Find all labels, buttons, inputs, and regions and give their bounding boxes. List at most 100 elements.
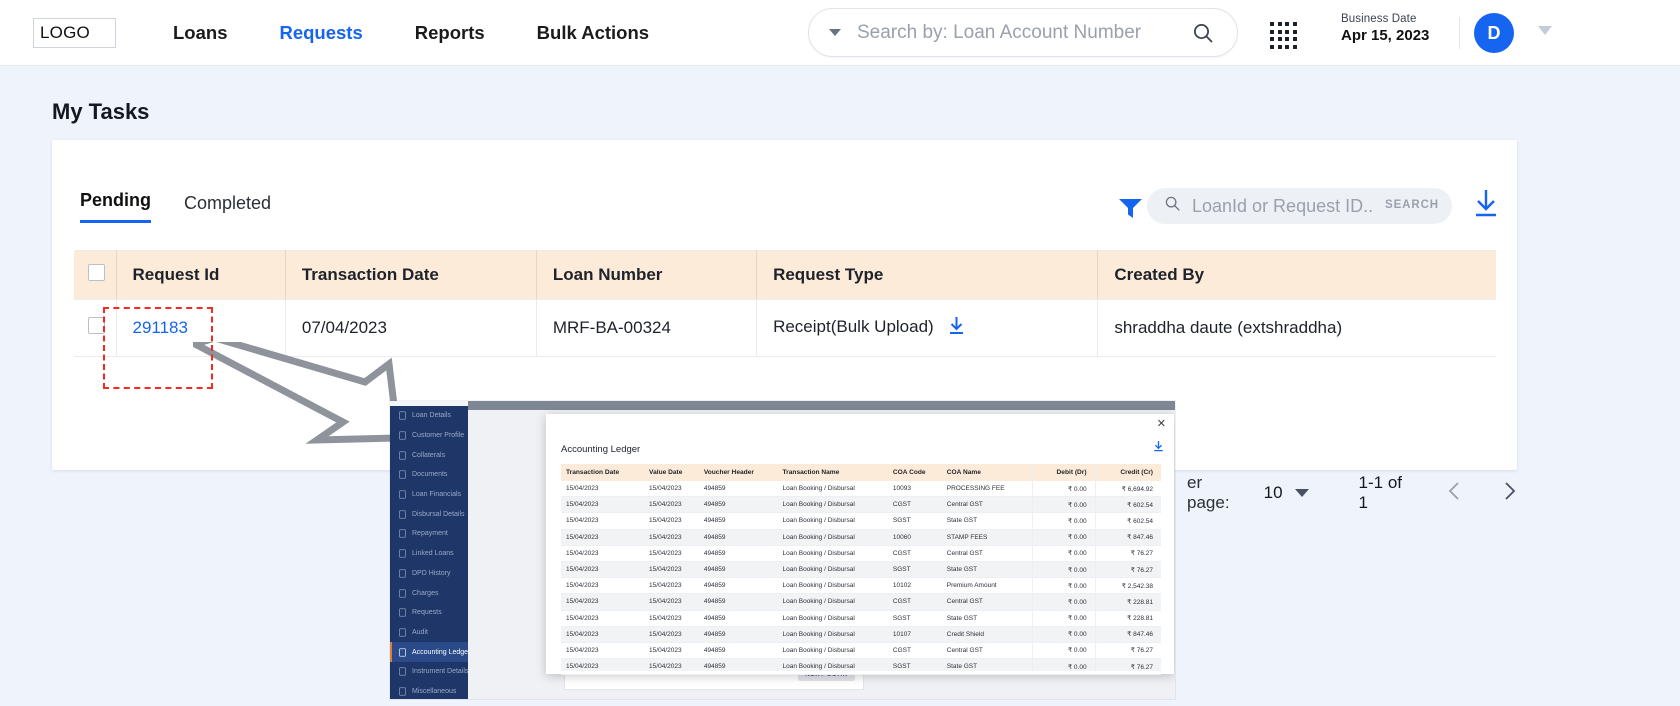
ledger-cell-voucher-header: 494859 (698, 561, 778, 579)
misc-icon (399, 687, 406, 696)
ledger-col-value-date: Value Date (644, 464, 699, 481)
inner-sidebar-item-customer-profile[interactable]: Customer Profile (390, 426, 468, 446)
ledger-header-row: Transaction Date Value Date Voucher Head… (561, 464, 1161, 481)
inner-sidebar-item-requests[interactable]: Requests (390, 603, 468, 623)
inner-sidebar-item-miscellaneous[interactable]: Miscellaneous (390, 682, 468, 699)
inner-sidebar-item-loan-financials[interactable]: Loan Financials (390, 485, 468, 505)
inner-sidebar-item-documents[interactable]: Documents (390, 465, 468, 485)
ledger-cell-transaction-name: Loan Booking / Disbursal (777, 545, 888, 562)
tab-completed[interactable]: Completed (184, 193, 271, 223)
ledger-cell-value-date: 15/04/2023 (644, 512, 699, 530)
ledger-cell-voucher-header: 494859 (698, 481, 778, 498)
inner-sidebar-item-linked-loans[interactable]: Linked Loans (390, 544, 468, 564)
tab-pending[interactable]: Pending (80, 190, 151, 223)
inner-sidebar: Loan Details Customer Profile Collaterals D… (390, 406, 470, 699)
global-search-bar[interactable]: Search by: Loan Account Number (808, 8, 1238, 57)
ledger-col-coa-code: COA Code (887, 464, 942, 481)
modal-title: Accounting Ledger (561, 444, 641, 455)
inner-sidebar-item-repayment[interactable]: Repayment (390, 524, 468, 544)
inner-sidebar-item-collaterals[interactable]: Collaterals (390, 445, 468, 465)
ledger-cell-voucher-header: 494859 (698, 545, 778, 562)
close-icon[interactable]: ✕ (1157, 419, 1166, 430)
inner-screenshot-overlay: NEXT LOAN SFDC Instrument ACTIONS ✕ (390, 401, 1175, 699)
inner-sidebar-item-charges[interactable]: Charges (390, 583, 468, 603)
search-scope-chevron-down-icon[interactable] (829, 29, 841, 36)
column-header-request-id[interactable]: Request Id (116, 250, 286, 300)
grid-search-button[interactable]: SEARCH (1385, 199, 1439, 211)
apps-grid-icon[interactable] (1270, 22, 1297, 49)
ledger-row: 15/04/2023 15/04/2023 494859 Loan Booking /… (561, 642, 1161, 660)
ledger-cell-debit: ₹ 0.00 (1031, 481, 1096, 498)
column-header-transaction-date[interactable]: Transaction Date (285, 250, 537, 300)
ledger-cell-coa-code: SGST (887, 512, 942, 530)
pagination-range: 1-1 of 1 (1358, 473, 1403, 512)
ledger-cell-debit: ₹ 0.00 (1031, 610, 1096, 627)
inner-sidebar-item-label: Collaterals (412, 451, 446, 459)
ledger-cell-coa-name: Premium Amount (941, 577, 1033, 595)
ledger-icon (399, 647, 406, 657)
bookmark-icon (399, 588, 406, 598)
column-header-loan-number[interactable]: Loan Number (536, 250, 758, 300)
inner-sidebar-item-accounting-ledger[interactable]: Accounting Ledger (390, 642, 470, 662)
cell-request-id: 291183 (116, 299, 286, 357)
ledger-cell-coa-name: PROCESSING FEE (941, 481, 1033, 498)
ledger-cell-transaction-date: 15/04/2023 (561, 512, 645, 530)
business-date-value: Apr 15, 2023 (1341, 27, 1430, 44)
inner-sidebar-item-label: Documents (412, 471, 448, 479)
ledger-cell-transaction-date: 15/04/2023 (561, 561, 645, 579)
ledger-cell-value-date: 15/04/2023 (644, 642, 699, 660)
ledger-cell-credit: ₹ 228.81 (1094, 593, 1161, 611)
ledger-body: 15/04/2023 15/04/2023 494859 Loan Booking /… (561, 481, 1161, 676)
ledger-row: 15/04/2023 15/04/2023 494859 Loan Booking /… (561, 610, 1161, 627)
previous-page-button[interactable] (1447, 480, 1463, 507)
inner-sidebar-item-label: Repayment (412, 530, 448, 538)
row-download-icon[interactable] (948, 316, 965, 340)
rows-per-page-value[interactable]: 10 (1264, 483, 1283, 503)
ledger-cell-credit: ₹ 847.46 (1094, 626, 1161, 643)
export-download-icon[interactable] (1472, 188, 1500, 223)
ledger-col-voucher-header: Voucher Header (698, 464, 778, 481)
instrument-icon (399, 667, 406, 676)
request-type-text: Receipt(Bulk Upload) (773, 317, 934, 336)
ledger-cell-value-date: 15/04/2023 (644, 529, 699, 546)
rows-per-page-chevron-down-icon[interactable] (1294, 489, 1309, 497)
app-logo[interactable]: LOGO (33, 17, 116, 48)
nav-item-requests[interactable]: Requests (279, 22, 362, 44)
select-all-checkbox[interactable] (88, 264, 105, 281)
inner-sidebar-item-instrument-details[interactable]: Instrument Details (390, 662, 468, 682)
inner-sidebar-item-loan-details[interactable]: Loan Details (390, 406, 468, 426)
global-search-placeholder: Search by: Loan Account Number (857, 21, 1142, 43)
ledger-cell-transaction-name: Loan Booking / Disbursal (777, 529, 888, 546)
modal-download-icon[interactable] (1153, 439, 1164, 457)
inner-sidebar-item-audit[interactable]: Audit (390, 623, 468, 643)
ledger-cell-credit: ₹ 76.27 (1094, 642, 1161, 660)
ledger-cell-transaction-name: Loan Booking / Disbursal (777, 577, 888, 595)
column-header-request-type[interactable]: Request Type (756, 250, 1099, 300)
ledger-cell-coa-name: State GST (941, 512, 1033, 530)
ledger-cell-transaction-date: 15/04/2023 (561, 496, 645, 514)
inner-sidebar-item-dpd-history[interactable]: DPD History (390, 564, 468, 584)
ledger-cell-value-date: 15/04/2023 (644, 593, 699, 611)
nav-item-reports[interactable]: Reports (415, 22, 485, 44)
header-divider (1459, 17, 1460, 49)
inner-sidebar-item-disbursal-details[interactable]: Disbursal Details (390, 504, 468, 524)
nav-item-bulk-actions[interactable]: Bulk Actions (537, 22, 649, 44)
row-checkbox[interactable] (88, 317, 105, 334)
next-page-button[interactable] (1501, 480, 1517, 507)
nav-item-loans[interactable]: Loans (173, 22, 227, 44)
ledger-row: 15/04/2023 15/04/2023 494859 Loan Booking /… (561, 496, 1161, 514)
ledger-cell-transaction-date: 15/04/2023 (561, 529, 645, 546)
ledger-cell-voucher-header: 494859 (698, 496, 778, 514)
ledger-cell-transaction-date: 15/04/2023 (561, 545, 645, 562)
folder-icon (399, 470, 406, 480)
ledger-cell-credit: ₹ 602.54 (1094, 496, 1161, 514)
avatar[interactable]: D (1474, 13, 1514, 53)
ledger-cell-coa-name: Central GST (941, 545, 1033, 562)
search-icon[interactable] (1191, 21, 1215, 50)
grid-search-bar[interactable]: LoanId or Request ID.. SEARCH (1147, 188, 1452, 224)
ledger-row: 15/04/2023 15/04/2023 494859 Loan Booking /… (561, 561, 1161, 579)
column-header-created-by[interactable]: Created By (1097, 250, 1496, 300)
profile-chevron-down-icon[interactable] (1538, 26, 1552, 35)
filter-icon[interactable] (1118, 197, 1143, 224)
request-id-link[interactable]: 291183 (133, 318, 188, 337)
